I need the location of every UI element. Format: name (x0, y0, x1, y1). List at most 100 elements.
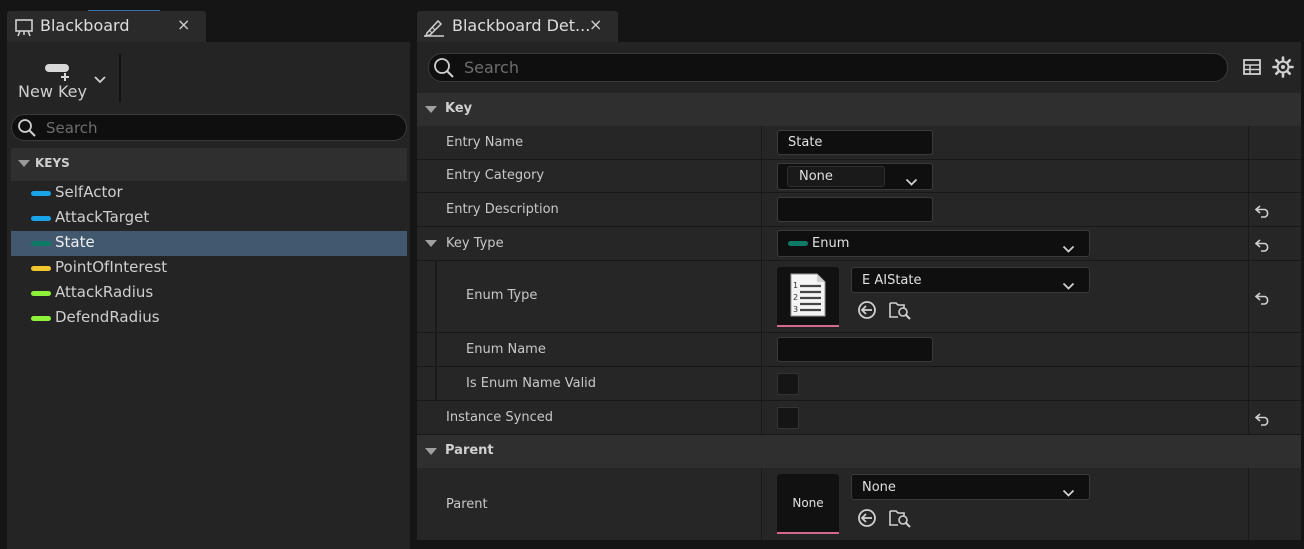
blackboard-icon (14, 18, 34, 42)
key-name: State (55, 233, 95, 251)
column-divider (1248, 261, 1249, 332)
browse-to-asset-icon[interactable] (889, 508, 911, 532)
reset-to-default-icon[interactable] (1254, 237, 1271, 256)
parent-combo[interactable]: None (851, 474, 1090, 500)
toolbar-divider (119, 54, 121, 102)
gear-icon[interactable] (1272, 56, 1294, 82)
combo-value: Enum (812, 236, 850, 251)
indent-guide (435, 261, 437, 332)
tab-title: Blackboard Det... (452, 16, 591, 35)
key-item-defendradius[interactable]: DefendRadius (11, 306, 407, 331)
row-key-type: Key Type Enum (417, 227, 1301, 261)
column-divider (761, 160, 762, 192)
chevron-down-icon[interactable] (905, 172, 918, 191)
table-view-icon[interactable] (1242, 57, 1262, 81)
thumbnail-label: None (792, 496, 824, 510)
row-instance-synced: Instance Synced (417, 401, 1301, 435)
new-key-button[interactable]: New Key (17, 58, 117, 104)
entry-category-combo[interactable]: None (777, 163, 933, 190)
row-enum-name: Enum Name (417, 333, 1301, 367)
keys-search-box[interactable] (11, 114, 407, 141)
column-divider (761, 227, 762, 260)
tab-title: Blackboard (40, 16, 130, 35)
enum-type-combo[interactable]: E AIState (851, 267, 1090, 293)
keys-search-input[interactable] (46, 117, 386, 138)
property-label: Entry Description (446, 202, 559, 217)
collapse-arrow-icon[interactable] (425, 106, 437, 113)
browse-to-asset-icon[interactable] (889, 300, 911, 324)
property-label: Enum Name (466, 342, 546, 357)
chevron-down-icon[interactable] (1062, 276, 1075, 295)
close-icon[interactable]: × (177, 15, 190, 34)
column-divider (761, 468, 762, 540)
combo-value: E AIState (862, 273, 922, 288)
search-icon (433, 57, 455, 83)
section-label: Key (445, 101, 473, 116)
key-item-selfactor[interactable]: SelfActor (11, 181, 407, 206)
new-key-label: New Key (18, 82, 87, 101)
enum-type-thumbnail[interactable]: 1 2 3 (777, 267, 839, 327)
row-entry-description: Entry Description (417, 193, 1301, 227)
tab-blackboard[interactable]: Blackboard × (7, 11, 206, 42)
indent-guide (435, 367, 437, 400)
column-divider (1248, 401, 1249, 434)
enum-name-field[interactable] (777, 337, 933, 362)
row-enum-type: Enum Type 1 2 3 E AIState (417, 261, 1301, 333)
collapse-arrow-icon[interactable] (425, 240, 437, 247)
chevron-down-icon[interactable] (93, 70, 107, 89)
is-enum-name-valid-checkbox[interactable] (777, 373, 799, 395)
chevron-down-icon[interactable] (1062, 483, 1075, 502)
collapse-arrow-icon[interactable] (18, 160, 30, 167)
details-panel: Key Entry Name State Entry Category None… (417, 42, 1301, 540)
property-label: Is Enum Name Valid (466, 376, 597, 391)
asset-type-underline (777, 532, 839, 534)
parent-section-header[interactable]: Parent (417, 435, 1301, 468)
key-item-attackradius[interactable]: AttackRadius (11, 281, 407, 306)
row-parent: Parent None None (417, 468, 1301, 540)
reset-to-default-icon[interactable] (1254, 290, 1271, 309)
key-type-combo[interactable]: Enum (777, 230, 1090, 257)
svg-text:2: 2 (793, 293, 798, 302)
key-section-header[interactable]: Key (417, 93, 1301, 126)
collapse-arrow-icon[interactable] (425, 448, 437, 455)
use-selected-asset-icon[interactable] (857, 508, 877, 532)
column-divider (761, 401, 762, 434)
key-item-state[interactable]: State (11, 231, 407, 256)
key-type-color (31, 191, 51, 196)
reset-to-default-icon[interactable] (1254, 203, 1271, 222)
keys-category-header[interactable]: KEYS (11, 148, 407, 181)
property-label: Instance Synced (446, 410, 554, 425)
key-type-color (31, 291, 51, 296)
blackboard-panel: New Key KEYS SelfActor AttackTarget Stat… (7, 42, 410, 549)
pencil-icon (423, 18, 445, 42)
column-divider (1248, 160, 1249, 192)
column-divider (761, 126, 762, 159)
keys-header-label: KEYS (35, 156, 70, 170)
combo-value: None (799, 169, 833, 184)
reset-to-default-icon[interactable] (1254, 411, 1271, 430)
key-name: AttackRadius (55, 283, 154, 301)
key-item-attacktarget[interactable]: AttackTarget (11, 206, 407, 231)
column-divider (1248, 333, 1249, 366)
key-type-color (788, 241, 808, 246)
key-item-pointofinterest[interactable]: PointOfInterest (11, 256, 407, 281)
property-label: Enum Type (466, 288, 538, 303)
combo-value: None (862, 480, 896, 495)
key-type-color (31, 316, 51, 321)
enum-list-icon: 1 2 3 (790, 273, 826, 321)
entry-name-field[interactable]: State (777, 130, 933, 155)
svg-text:1: 1 (793, 281, 798, 290)
chevron-down-icon[interactable] (1062, 239, 1075, 258)
parent-thumbnail[interactable]: None (777, 474, 839, 534)
key-name: PointOfInterest (55, 258, 168, 276)
key-name: DefendRadius (55, 308, 160, 326)
instance-synced-checkbox[interactable] (777, 407, 799, 429)
search-icon (17, 118, 37, 142)
close-icon[interactable]: × (589, 15, 602, 34)
use-selected-asset-icon[interactable] (857, 300, 877, 324)
details-search-box[interactable] (428, 53, 1228, 82)
entry-description-field[interactable] (777, 197, 933, 222)
tab-blackboard-details[interactable]: Blackboard Det... × (417, 11, 618, 42)
key-name: AttackTarget (55, 208, 150, 226)
details-search-input[interactable] (464, 57, 1204, 78)
